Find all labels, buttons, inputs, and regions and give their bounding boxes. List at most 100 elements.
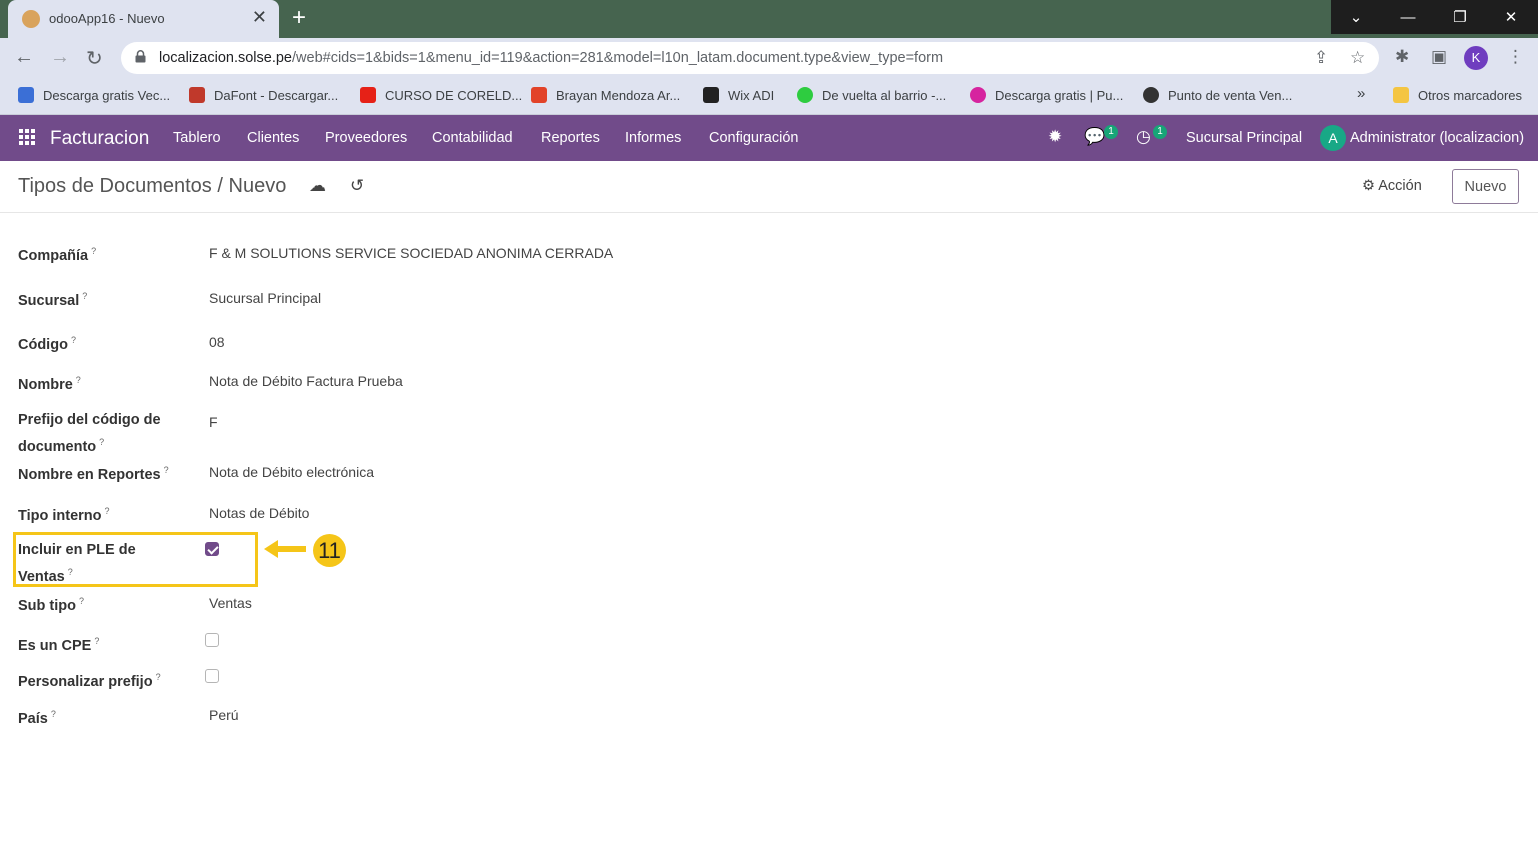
menu-tablero[interactable]: Tablero [173,130,221,146]
address-bar[interactable]: localizacion.solse.pe/web#cids=1&bids=1&… [121,42,1379,74]
code-field[interactable]: 08 [209,334,225,350]
menu-reportes[interactable]: Reportes [541,130,600,146]
close-window-icon[interactable]: ✕ [1486,0,1536,34]
help-tooltip-icon[interactable]: ? [71,335,76,345]
apps-grid-icon[interactable] [19,129,37,147]
share-icon[interactable]: ⇪ [1314,48,1328,68]
bookmark-item[interactable]: Wix ADI [703,87,774,103]
bookmark-item[interactable]: De vuelta al barrio -... [797,87,946,103]
menu-contabilidad[interactable]: Contabilidad [432,130,513,146]
cpe-label: Es un CPE? [18,636,100,654]
help-tooltip-icon[interactable]: ? [156,672,161,682]
close-tab-icon[interactable]: ✕ [252,7,267,28]
menu-proveedores[interactable]: Proveedores [325,130,407,146]
help-tooltip-icon[interactable]: ? [76,375,81,385]
subtype-label: Sub tipo? [18,596,85,614]
activities-clock-icon[interactable]: ◷ [1136,127,1151,147]
name-label: Nombre? [18,375,81,393]
new-tab-plus-icon[interactable]: + [292,4,306,32]
breadcrumb: Tipos de Documentos / Nuevo [18,175,286,198]
activities-badge: 1 [1153,125,1167,139]
breadcrumb-current: Nuevo [228,175,287,197]
report-name-field[interactable]: Nota de Débito electrónica [209,464,374,480]
menu-informes[interactable]: Informes [625,130,681,146]
bookmark-favicon-icon [189,87,205,103]
custom-prefix-label: Personalizar prefijo? [18,672,161,690]
reload-icon[interactable]: ↻ [86,46,103,71]
help-tooltip-icon[interactable]: ? [82,291,87,301]
window-controls: ⌄ — ❐ ✕ [1331,0,1538,34]
bookmark-favicon-icon [18,87,34,103]
help-tooltip-icon[interactable]: ? [79,596,84,606]
bookmark-item[interactable]: Descarga gratis Vec... [18,87,170,103]
bookmarks-overflow-icon[interactable]: » [1357,85,1365,102]
user-avatar[interactable]: A [1320,125,1346,151]
url-text: localizacion.solse.pe/web#cids=1&bids=1&… [159,50,944,66]
tab-title: odooApp16 - Nuevo [49,11,165,26]
odoo-navbar: Facturacion Tablero Clientes Proveedores… [0,115,1538,161]
help-tooltip-icon[interactable]: ? [99,437,104,447]
profile-avatar[interactable]: K [1464,46,1488,70]
tab-search-chevron-icon[interactable]: ⌄ [1331,0,1381,34]
forward-arrow-icon[interactable]: → [50,46,70,69]
messages-chat-icon[interactable]: 💬 [1084,127,1105,147]
cpe-checkbox[interactable] [205,633,219,647]
bookmarks-bar: Descarga gratis Vec... DaFont - Descarga… [0,78,1538,115]
help-tooltip-icon[interactable]: ? [94,636,99,646]
odoo-favicon-icon [22,10,40,28]
company-label: Compañía? [18,246,97,264]
side-panel-icon[interactable]: ▣ [1431,47,1447,67]
custom-prefix-checkbox[interactable] [205,669,219,683]
bookmark-item[interactable]: Brayan Mendoza Ar... [531,87,680,103]
subtype-field[interactable]: Ventas [209,595,252,611]
help-tooltip-icon[interactable]: ? [105,506,110,516]
bookmark-star-icon[interactable]: ☆ [1350,48,1365,68]
company-field[interactable]: F & M SOLUTIONS SERVICE SOCIEDAD ANONIMA… [209,245,613,261]
name-field[interactable]: Nota de Débito Factura Prueba [209,373,403,389]
menu-configuracion[interactable]: Configuración [709,130,798,146]
breadcrumb-parent[interactable]: Tipos de Documentos [18,175,212,197]
prefix-label: Prefijo del código de documento? [18,412,161,455]
bookmark-item[interactable]: CURSO DE CORELD... [360,87,522,103]
browser-tab[interactable]: odooApp16 - Nuevo ✕ [8,0,279,38]
new-button[interactable]: Nuevo [1452,169,1519,204]
code-label: Código? [18,335,76,353]
play-icon [797,87,813,103]
control-panel: Tipos de Documentos / Nuevo ☁ ↺ ⚙ Acción… [0,161,1538,213]
internal-type-field[interactable]: Notas de Débito [209,505,309,521]
bookmark-item[interactable]: Descarga gratis | Pu... [970,87,1123,103]
restore-icon[interactable]: ❐ [1435,0,1485,34]
branch-label: Sucursal? [18,291,88,309]
user-menu[interactable]: Administrator (localizacion) [1350,130,1524,146]
minimize-icon[interactable]: — [1383,0,1433,34]
bookmark-item[interactable]: Punto de venta Ven... [1143,87,1292,103]
app-brand[interactable]: Facturacion [50,128,149,150]
branch-switcher[interactable]: Sucursal Principal [1186,130,1302,146]
bookmark-favicon-icon [1143,87,1159,103]
kebab-menu-icon[interactable]: ⋮ [1507,47,1524,67]
back-arrow-icon[interactable]: ← [14,46,34,69]
prefix-field[interactable]: F [209,414,218,430]
arrow-left-icon [264,540,306,558]
help-tooltip-icon[interactable]: ? [51,709,56,719]
highlight-box [13,532,258,587]
help-tooltip-icon[interactable]: ? [164,465,169,475]
other-bookmarks[interactable]: Otros marcadores [1393,87,1522,103]
country-field[interactable]: Perú [209,707,239,723]
country-label: País? [18,709,56,727]
gitlab-icon [531,87,547,103]
browser-toolbar: ← → ↻ localizacion.solse.pe/web#cids=1&b… [0,38,1538,78]
help-tooltip-icon[interactable]: ? [91,246,96,256]
branch-field[interactable]: Sucursal Principal [209,290,321,306]
gear-icon: ⚙ [1362,178,1375,194]
bookmark-item[interactable]: DaFont - Descargar... [189,87,338,103]
extensions-puzzle-icon[interactable]: ✱ [1395,47,1409,67]
debug-bug-icon[interactable]: ✹ [1048,127,1062,147]
wix-icon [703,87,719,103]
menu-clientes[interactable]: Clientes [247,130,299,146]
save-cloud-icon[interactable]: ☁ [309,176,326,196]
browser-tab-strip: odooApp16 - Nuevo ✕ + ⌄ — ❐ ✕ [0,0,1538,38]
action-menu[interactable]: ⚙ Acción [1362,178,1422,194]
discard-undo-icon[interactable]: ↺ [350,176,364,196]
breadcrumb-separator: / [217,175,223,197]
